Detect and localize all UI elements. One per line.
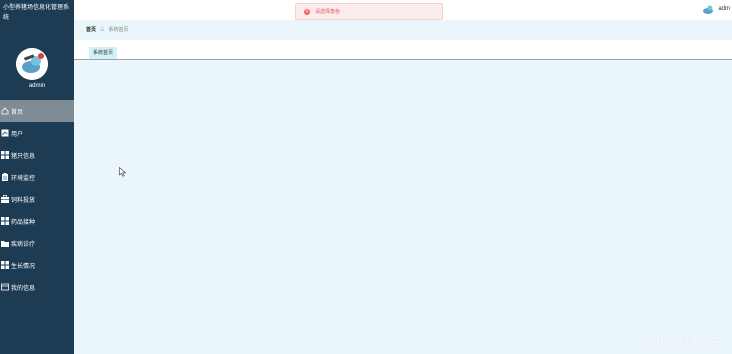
sidebar-item-pig-info[interactable]: 猪只信息 xyxy=(0,144,74,166)
tab-system-home[interactable]: 系统首页 xyxy=(89,47,118,59)
sidebar-item-growth[interactable]: 生长情况 xyxy=(0,254,74,276)
sidebar-item-vaccination[interactable]: 药品接种 xyxy=(0,210,74,232)
avatar[interactable] xyxy=(16,48,48,80)
grid-icon xyxy=(1,261,9,269)
error-icon xyxy=(304,8,310,16)
sidebar-item-label: 用户 xyxy=(11,131,24,138)
sidebar-item-label: 疾病诊疗 xyxy=(11,241,36,248)
card-icon xyxy=(1,283,9,291)
watermark: CSDN @茹茹学姐 xyxy=(632,335,722,347)
sidebar-item-my-info[interactable]: 我的信息 xyxy=(0,276,74,298)
briefcase-icon xyxy=(1,195,9,203)
sidebar-item-label: 猪只信息 xyxy=(11,153,36,160)
tab-bar: 系统首页 xyxy=(74,40,732,60)
sidebar-item-feed[interactable]: 饲料投放 xyxy=(0,188,74,210)
sidebar-item-label: 饲料投放 xyxy=(11,197,36,204)
sidebar-item-label: 首页 xyxy=(11,109,24,116)
grid-icon xyxy=(1,151,9,159)
header-user[interactable]: adm xyxy=(701,2,730,16)
header-avatar[interactable] xyxy=(701,2,716,16)
breadcrumb: 首页 ☰ 系统首页 xyxy=(86,26,129,34)
sidebar-item-users[interactable]: 用户 xyxy=(0,122,74,144)
sidebar-item-label: 生长情况 xyxy=(11,263,36,270)
folder-icon xyxy=(1,239,9,247)
breadcrumb-home[interactable]: 首页 xyxy=(86,26,96,33)
sidebar-item-label: 环境监控 xyxy=(11,175,36,182)
sidebar-user-name: admin xyxy=(28,83,46,89)
alert-text: 请选择角色 xyxy=(315,9,341,15)
grid-icon xyxy=(1,217,9,225)
clipboard-icon xyxy=(1,173,9,181)
sidebar-item-label: 我的信息 xyxy=(11,285,36,292)
breadcrumb-separator-icon: ☰ xyxy=(100,26,105,33)
sidebar-item-environment[interactable]: 环境监控 xyxy=(0,166,74,188)
sidebar-item-home[interactable]: 首页 xyxy=(0,100,74,122)
sidebar: 小型养猪场信息化管理系统 admin 首页 用户 猪只信息 环境监控 饲料投放 … xyxy=(0,0,74,354)
system-title: 小型养猪场信息化管理系统 xyxy=(3,5,70,21)
header-user-name: adm xyxy=(718,6,730,12)
home-icon xyxy=(1,107,9,115)
sidebar-item-label: 药品接种 xyxy=(11,219,36,226)
mouse-cursor-icon xyxy=(119,164,127,182)
user-icon xyxy=(1,129,9,137)
sidebar-menu: 首页 用户 猪只信息 环境监控 饲料投放 药品接种 疾病诊疗 生长情况 我的信息 xyxy=(0,100,74,298)
sidebar-item-disease[interactable]: 疾病诊疗 xyxy=(0,232,74,254)
alert-message: 请选择角色 xyxy=(295,3,443,20)
breadcrumb-current: 系统首页 xyxy=(108,27,129,33)
